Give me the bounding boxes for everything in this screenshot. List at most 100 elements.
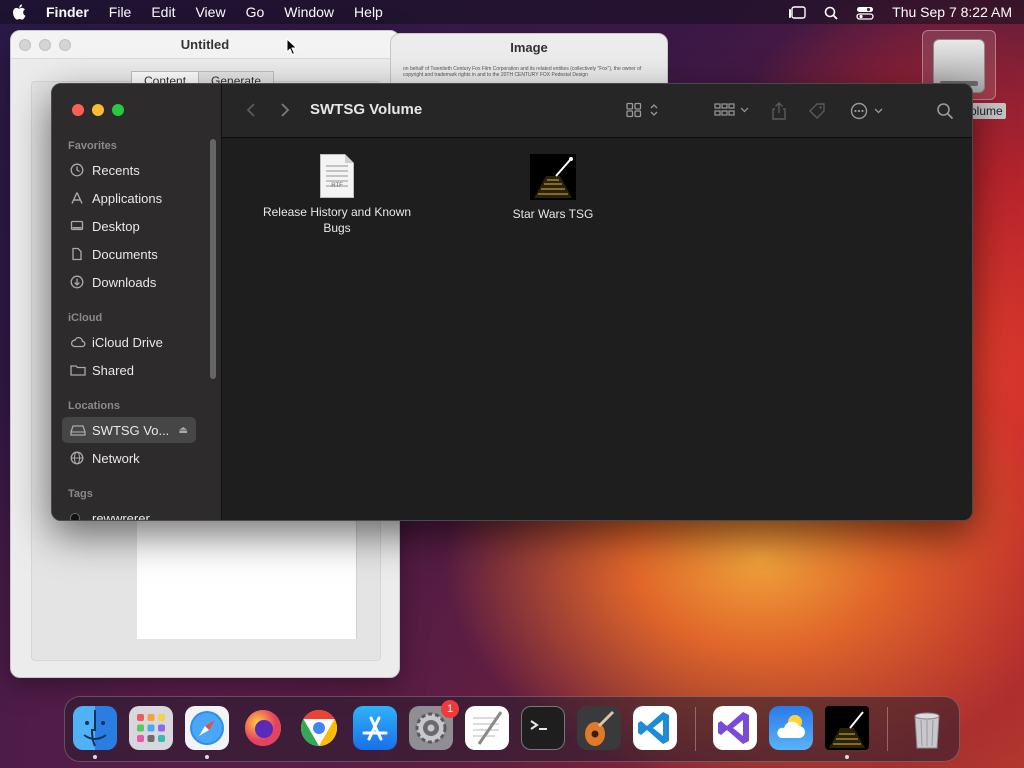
- dock-firefox[interactable]: [241, 706, 285, 750]
- sidebar-scrollbar[interactable]: [210, 139, 216, 379]
- shared-folder-icon: [62, 364, 92, 376]
- rtf-document-icon: RTF: [320, 154, 354, 198]
- sidebar-item-swtsg-volume[interactable]: SWTSG Vo... ⏏: [62, 417, 196, 443]
- rtf-tag-label: RTF: [331, 183, 343, 189]
- drive-icon: [62, 424, 92, 436]
- sidebar-item-label: iCloud Drive: [92, 334, 163, 350]
- group-by-button[interactable]: [714, 102, 750, 118]
- menu-go[interactable]: Go: [246, 4, 265, 20]
- action-menu-button[interactable]: [850, 102, 886, 120]
- ellipsis-circle-icon: [850, 102, 883, 120]
- text-document-pen-icon: [473, 711, 503, 745]
- share-icon: [772, 102, 786, 120]
- image-window: Image on behalf of Twentieth Century Fox…: [390, 33, 668, 89]
- sidebar-item-desktop[interactable]: Desktop: [62, 213, 196, 239]
- sidebar-header-tags: Tags: [68, 488, 93, 500]
- dock-star-wars-tsg[interactable]: [825, 706, 869, 750]
- sidebar-header-favorites: Favorites: [68, 140, 117, 152]
- dock-safari[interactable]: [185, 706, 229, 750]
- dock-system-settings[interactable]: 1: [409, 700, 459, 750]
- untitled-window-titlebar[interactable]: Untitled: [11, 31, 399, 59]
- sidebar-item-applications[interactable]: Applications: [62, 185, 196, 211]
- minimize-button[interactable]: [92, 104, 104, 116]
- menu-window[interactable]: Window: [284, 4, 334, 20]
- finder-toolbar: SWTSG Volume: [222, 84, 972, 138]
- clock-icon: [62, 163, 92, 177]
- document-icon: [62, 247, 92, 261]
- desktop-icon: [62, 219, 92, 233]
- finder-content-area[interactable]: RTF Release History and Known Bugs Star …: [222, 138, 972, 520]
- forward-button[interactable]: [280, 102, 290, 118]
- notification-badge: 1: [441, 700, 459, 718]
- image-legal-text: on behalf of Twentieth Century Fox Film …: [403, 66, 642, 78]
- dock-separator: [887, 707, 888, 751]
- view-mode-button[interactable]: [626, 102, 660, 118]
- sidebar-item-label: Shared: [92, 362, 134, 378]
- dock-app-store[interactable]: [353, 706, 397, 750]
- dock-visual-studio[interactable]: [713, 706, 757, 750]
- dock-garageband[interactable]: [577, 706, 621, 750]
- tag-button[interactable]: [808, 102, 826, 120]
- dock-launchpad[interactable]: [129, 706, 173, 750]
- sidebar-item-downloads[interactable]: Downloads: [62, 269, 196, 295]
- guitar-icon: [585, 710, 615, 746]
- tag-dot-icon: [62, 513, 92, 520]
- dock-textedit[interactable]: [465, 706, 509, 750]
- dock-trash[interactable]: [905, 706, 949, 750]
- sidebar-item-documents[interactable]: Documents: [62, 241, 196, 267]
- close-button[interactable]: [72, 104, 84, 116]
- file-item-star-wars-tsg[interactable]: Star Wars TSG: [478, 154, 628, 222]
- sidebar-item-label: SWTSG Vo...: [92, 422, 170, 438]
- share-button[interactable]: [772, 102, 786, 120]
- visual-studio-icon: [718, 712, 749, 744]
- sidebar-header-icloud: iCloud: [68, 312, 103, 324]
- untitled-preview-page: [137, 521, 357, 639]
- zoom-button[interactable]: [112, 104, 124, 116]
- sidebar-item-label: Recents: [92, 162, 140, 178]
- app-store-icon: [362, 716, 388, 741]
- eject-icon[interactable]: ⏏: [179, 425, 188, 436]
- sidebar-item-recents[interactable]: Recents: [62, 157, 196, 183]
- sidebar-item-label: Documents: [92, 246, 158, 262]
- stage-manager-icon[interactable]: [788, 4, 806, 20]
- sidebar-item-network[interactable]: Network: [62, 445, 196, 471]
- menu-help[interactable]: Help: [354, 4, 383, 20]
- sidebar-item-tag[interactable]: rewwrerer: [62, 505, 196, 520]
- dock-running-indicator: [205, 755, 209, 759]
- dock-finder[interactable]: [73, 706, 117, 750]
- dock: 1: [64, 696, 960, 762]
- vscode-icon: [638, 712, 669, 744]
- star-wars-app-icon: [829, 711, 865, 748]
- mouse-cursor-icon: [286, 38, 298, 56]
- chevron-left-icon: [246, 103, 255, 117]
- menu-edit[interactable]: Edit: [151, 4, 175, 20]
- file-item-release-history[interactable]: RTF Release History and Known Bugs: [252, 154, 422, 236]
- image-window-title[interactable]: Image: [391, 40, 667, 55]
- sidebar-item-shared[interactable]: Shared: [62, 357, 196, 383]
- dock-chrome[interactable]: [297, 706, 341, 750]
- sidebar-item-icloud-drive[interactable]: iCloud Drive: [62, 329, 196, 355]
- sidebar-item-label: Downloads: [92, 274, 157, 290]
- menu-view[interactable]: View: [195, 4, 225, 20]
- search-button[interactable]: [936, 102, 954, 120]
- sun-cloud-icon: [777, 715, 805, 738]
- cloud-icon: [62, 336, 92, 348]
- file-name: Release History and Known Bugs: [262, 205, 412, 235]
- spotlight-search-icon[interactable]: [824, 4, 838, 20]
- search-icon: [937, 103, 954, 120]
- dock-terminal[interactable]: [521, 706, 565, 750]
- apple-menu-icon[interactable]: [12, 3, 42, 21]
- terminal-prompt-icon: [530, 720, 547, 730]
- menu-clock[interactable]: Thu Sep 7 8:22 AM: [892, 4, 1012, 20]
- menu-app-finder[interactable]: Finder: [46, 4, 89, 20]
- back-button[interactable]: [246, 102, 256, 118]
- tag-icon: [809, 103, 825, 119]
- finder-window: Favorites Recents Applications Desktop D…: [51, 83, 973, 521]
- menu-file[interactable]: File: [109, 4, 132, 20]
- finder-face-icon: [83, 710, 107, 747]
- dock-weather[interactable]: [769, 706, 813, 750]
- control-center-icon[interactable]: [856, 4, 874, 20]
- chevron-right-icon: [281, 103, 290, 117]
- untitled-window-title: Untitled: [180, 37, 230, 52]
- dock-vscode[interactable]: [633, 706, 677, 750]
